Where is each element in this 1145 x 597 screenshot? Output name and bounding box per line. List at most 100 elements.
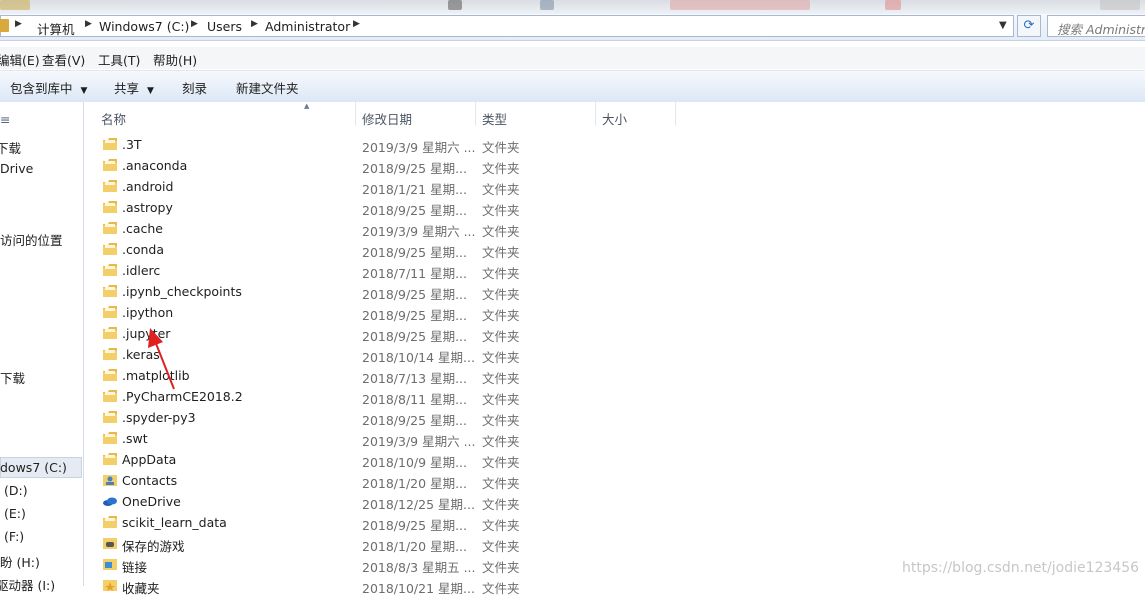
- file-date: 2018/9/25 星期...: [362, 308, 467, 323]
- file-row[interactable]: .jupyter 2018/9/25 星期... 文件夹: [84, 323, 1145, 344]
- file-type: 文件夹: [482, 329, 520, 344]
- file-row[interactable]: .conda 2018/9/25 星期... 文件夹: [84, 239, 1145, 260]
- sidebar-item-onedrive[interactable]: Drive: [0, 161, 33, 176]
- refresh-icon[interactable]: ⟳: [1017, 15, 1041, 37]
- taskbar-app-icon: [540, 0, 554, 10]
- burn-button[interactable]: 刻录: [182, 78, 207, 97]
- file-type: 文件夹: [482, 203, 520, 218]
- file-date: 2018/7/11 星期...: [362, 266, 467, 281]
- file-date: 2019/3/9 星期六 ...: [362, 434, 476, 449]
- column-header-name[interactable]: 名称: [101, 109, 126, 128]
- share-button[interactable]: 共享 ▼: [114, 78, 154, 97]
- file-date: 2018/10/9 星期...: [362, 455, 467, 470]
- file-row[interactable]: .idlerc 2018/7/11 星期... 文件夹: [84, 260, 1145, 281]
- sidebar-item-drive-i[interactable]: 驱动器 (I:): [0, 575, 55, 594]
- menu-tools[interactable]: 工具(T): [98, 50, 140, 69]
- column-header-date[interactable]: 修改日期: [362, 109, 412, 128]
- breadcrumb-administrator[interactable]: Administrator: [265, 19, 350, 34]
- file-type: 文件夹: [482, 455, 520, 470]
- folder-icon: [102, 347, 118, 361]
- file-row[interactable]: AppData 2018/10/9 星期... 文件夹: [84, 449, 1145, 470]
- folder-icon: [102, 242, 118, 256]
- file-type: 文件夹: [482, 161, 520, 176]
- file-type: 文件夹: [482, 224, 520, 239]
- breadcrumb-drive-c[interactable]: Windows7 (C:): [99, 19, 189, 34]
- menu-view[interactable]: 查看(V): [42, 50, 85, 69]
- file-name: 链接: [122, 560, 148, 575]
- file-name: OneDrive: [122, 494, 181, 509]
- sidebar-item-downloads[interactable]: 下载: [0, 138, 21, 157]
- search-input[interactable]: 搜索 Administrat: [1047, 15, 1145, 37]
- file-date: 2018/1/20 星期...: [362, 476, 467, 491]
- column-headers: ▲ 名称 修改日期 类型 大小: [84, 102, 1145, 129]
- file-date: 2018/9/25 星期...: [362, 245, 467, 260]
- breadcrumb-separator-icon[interactable]: ▶: [191, 19, 198, 29]
- file-row[interactable]: .spyder-py3 2018/9/25 星期... 文件夹: [84, 407, 1145, 428]
- file-row[interactable]: .3T 2019/3/9 星期六 ... 文件夹: [84, 134, 1145, 155]
- folder-icon: [102, 221, 118, 235]
- file-date: 2019/3/9 星期六 ...: [362, 224, 476, 239]
- file-row[interactable]: 保存的游戏 2018/1/20 星期... 文件夹: [84, 533, 1145, 554]
- file-row[interactable]: .cache 2019/3/9 星期六 ... 文件夹: [84, 218, 1145, 239]
- folder-icon: [102, 284, 118, 298]
- contacts-icon: [102, 473, 118, 487]
- sidebar-item-downloads-2[interactable]: 下载: [0, 368, 25, 387]
- file-name: 收藏夹: [122, 581, 160, 596]
- sidebar-item-drive-h[interactable]: 盼 (H:): [0, 552, 40, 571]
- file-row[interactable]: .ipython 2018/9/25 星期... 文件夹: [84, 302, 1145, 323]
- file-type: 文件夹: [482, 518, 520, 533]
- breadcrumb-separator-icon[interactable]: ▶: [85, 19, 92, 29]
- menu-bar: 编辑(E) 查看(V) 工具(T) 帮助(H): [0, 47, 1145, 69]
- column-divider[interactable]: [475, 102, 476, 126]
- file-date: 2019/3/9 星期六 ...: [362, 140, 476, 155]
- column-divider[interactable]: [675, 102, 676, 126]
- file-name: scikit_learn_data: [122, 515, 227, 530]
- breadcrumb-users[interactable]: Users: [207, 19, 242, 34]
- favorites-icon: [102, 578, 118, 592]
- column-divider[interactable]: [355, 102, 356, 126]
- address-path-box[interactable]: ▶ 计算机 ▶ Windows7 (C:) ▶ Users ▶ Administ…: [0, 15, 1014, 37]
- file-date: 2018/9/25 星期...: [362, 287, 467, 302]
- sidebar-item-drive-f[interactable]: (F:): [4, 529, 24, 544]
- new-folder-button[interactable]: 新建文件夹: [236, 78, 299, 97]
- include-in-library-button[interactable]: 包含到库中 ▼: [10, 78, 87, 97]
- breadcrumb-computer[interactable]: 计算机: [37, 19, 75, 38]
- column-divider[interactable]: [595, 102, 596, 126]
- watermark-text: https://blog.csdn.net/jodie123456: [902, 560, 1140, 576]
- breadcrumb-separator-icon[interactable]: ▶: [353, 19, 360, 29]
- file-date: 2018/9/25 星期...: [362, 203, 467, 218]
- menu-edit[interactable]: 编辑(E): [0, 50, 40, 69]
- file-row[interactable]: .anaconda 2018/9/25 星期... 文件夹: [84, 155, 1145, 176]
- file-name: .conda: [122, 242, 165, 257]
- file-name: Contacts: [122, 473, 178, 488]
- file-date: 2018/7/13 星期...: [362, 371, 467, 386]
- file-row[interactable]: .swt 2019/3/9 星期六 ... 文件夹: [84, 428, 1145, 449]
- breadcrumb-separator-icon[interactable]: ▶: [251, 19, 258, 29]
- sidebar-item-recent-places[interactable]: 访问的位置: [0, 230, 63, 249]
- file-date: 2018/9/25 星期...: [362, 161, 467, 176]
- sidebar-item-drive-c[interactable]: dows7 (C:): [0, 460, 67, 475]
- folder-icon: [102, 263, 118, 277]
- folder-icon: [102, 515, 118, 529]
- file-row[interactable]: OneDrive 2018/12/25 星期... 文件夹: [84, 491, 1145, 512]
- chevron-down-icon[interactable]: ▼: [999, 20, 1007, 31]
- command-toolbar: 包含到库中 ▼ 共享 ▼ 刻录 新建文件夹: [0, 70, 1145, 103]
- file-row[interactable]: scikit_learn_data 2018/9/25 星期... 文件夹: [84, 512, 1145, 533]
- breadcrumb-separator-icon[interactable]: ▶: [15, 19, 22, 29]
- column-header-type[interactable]: 类型: [482, 109, 507, 128]
- file-row[interactable]: .ipynb_checkpoints 2018/9/25 星期... 文件夹: [84, 281, 1145, 302]
- share-label: 共享: [114, 81, 140, 96]
- file-row[interactable]: Contacts 2018/1/20 星期... 文件夹: [84, 470, 1145, 491]
- menu-help[interactable]: 帮助(H): [153, 50, 197, 69]
- file-row[interactable]: .keras 2018/10/14 星期... 文件夹: [84, 344, 1145, 365]
- file-row[interactable]: .android 2018/1/21 星期... 文件夹: [84, 176, 1145, 197]
- taskbar-strip: [0, 0, 1145, 14]
- file-row[interactable]: .matplotlib 2018/7/13 星期... 文件夹: [84, 365, 1145, 386]
- column-header-size[interactable]: 大小: [602, 109, 627, 128]
- sidebar-item-drive-e[interactable]: (E:): [4, 506, 26, 521]
- file-row[interactable]: .PyCharmCE2018.2 2018/8/11 星期... 文件夹: [84, 386, 1145, 407]
- chevron-down-icon: ▼: [147, 86, 154, 96]
- sidebar-item-drive-d[interactable]: (D:): [4, 483, 28, 498]
- file-date: 2018/8/3 星期五 ...: [362, 560, 476, 575]
- file-row[interactable]: .astropy 2018/9/25 星期... 文件夹: [84, 197, 1145, 218]
